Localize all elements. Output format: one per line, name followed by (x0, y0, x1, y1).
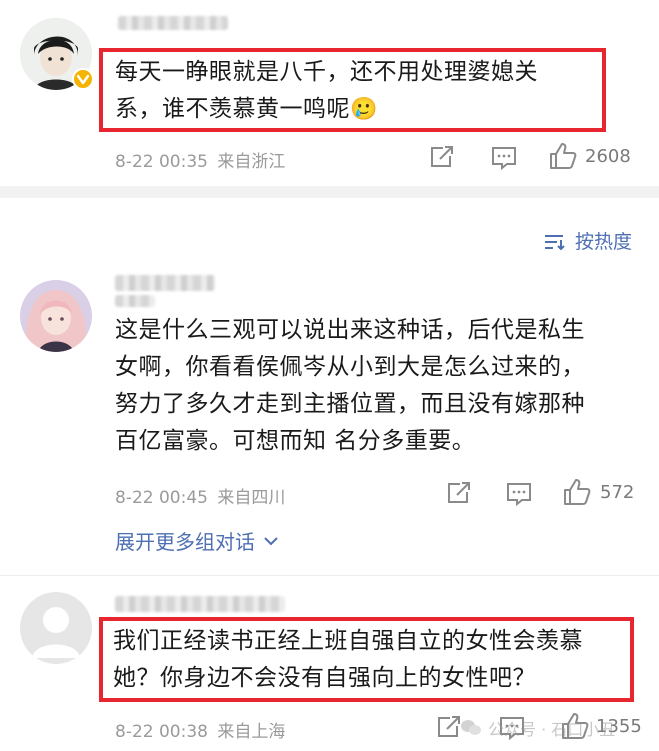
username-blurred (115, 275, 215, 291)
comment-meta: 8-22 00:45 来自四川 (115, 483, 285, 508)
share-icon[interactable] (435, 714, 463, 740)
comment-icon[interactable] (505, 481, 533, 507)
comment-location: 来自上海 (217, 722, 286, 742)
comment-text-line: 这是什么三观可以说出来这种话，后代是私生 (115, 317, 585, 343)
like-count: 572 (600, 482, 635, 503)
comment-time: 8-22 00:35 (115, 152, 208, 172)
expand-label: 展开更多组对话 (115, 530, 255, 554)
avatar-image (20, 280, 92, 352)
default-avatar-icon (20, 592, 92, 664)
comment-location: 来自四川 (217, 488, 286, 508)
username-blurred (115, 596, 285, 612)
wechat-logo-icon (461, 720, 481, 735)
comment-text: 我们正经读书正经上班自强自立的女性会羡慕 她？你身边不会没有自强向上的女性吧？ (113, 623, 628, 697)
comment-text-line: 我们正经读书正经上班自强自立的女性会羡慕 (113, 628, 583, 654)
like-icon[interactable] (562, 477, 592, 507)
comment-text-line: 努力了多久才走到主播位置，而且没有嫁那种 (115, 391, 585, 417)
share-icon[interactable] (428, 144, 456, 170)
avatar[interactable] (20, 280, 92, 352)
username-blurred (115, 295, 155, 307)
chevron-down-icon (264, 536, 278, 545)
comment-meta: 8-22 00:38 来自上海 (115, 717, 285, 742)
comment-text-line: 百亿富豪。可想而知 名分多重要。 (115, 428, 476, 454)
comment-text-line: 女啊，你看看侯佩岑从小到大是怎么过来的， (115, 354, 585, 380)
comment-text: 每天一睁眼就是八千，还不用处理婆媳关 系，谁不羡慕黄一鸣呢🥲 (115, 54, 605, 128)
comment-text-line: 每天一睁眼就是八千，还不用处理婆媳关 (115, 59, 538, 85)
comment-text: 这是什么三观可以说出来这种话，后代是私生 女啊，你看看侯佩岑从小到大是怎么过来的… (115, 312, 655, 460)
avatar[interactable] (20, 592, 92, 664)
watermark-text: 公众号 · 石口小丑 (488, 720, 616, 739)
username-blurred (118, 16, 228, 30)
comment-icon[interactable] (490, 145, 518, 171)
comment-location: 来自浙江 (217, 152, 286, 172)
like-count: 2608 (585, 146, 631, 167)
share-icon[interactable] (445, 480, 473, 506)
sort-icon (545, 234, 565, 250)
comment-divider (0, 575, 659, 576)
section-divider (0, 186, 659, 198)
expand-conversation-link[interactable]: 展开更多组对话 (115, 526, 279, 555)
comment-text-segment: 系，谁不羡慕黄一鸣呢 (115, 96, 350, 122)
verified-badge-icon (72, 68, 94, 90)
comment-time: 8-22 00:45 (115, 488, 208, 508)
like-icon[interactable] (548, 141, 578, 171)
watermark: 公众号 · 石口小丑 (460, 716, 615, 740)
sweat-emoji-icon: 🥲 (350, 97, 378, 122)
comment-text-line: 系，谁不羡慕黄一鸣呢🥲 (115, 91, 605, 128)
comment-meta: 8-22 00:35 来自浙江 (115, 147, 285, 172)
comment-text-line: 她？你身边不会没有自强向上的女性吧？ (113, 665, 536, 691)
sort-label: 按热度 (575, 231, 633, 253)
comment-time: 8-22 00:38 (115, 722, 208, 742)
sort-button[interactable]: 按热度 (543, 227, 632, 254)
